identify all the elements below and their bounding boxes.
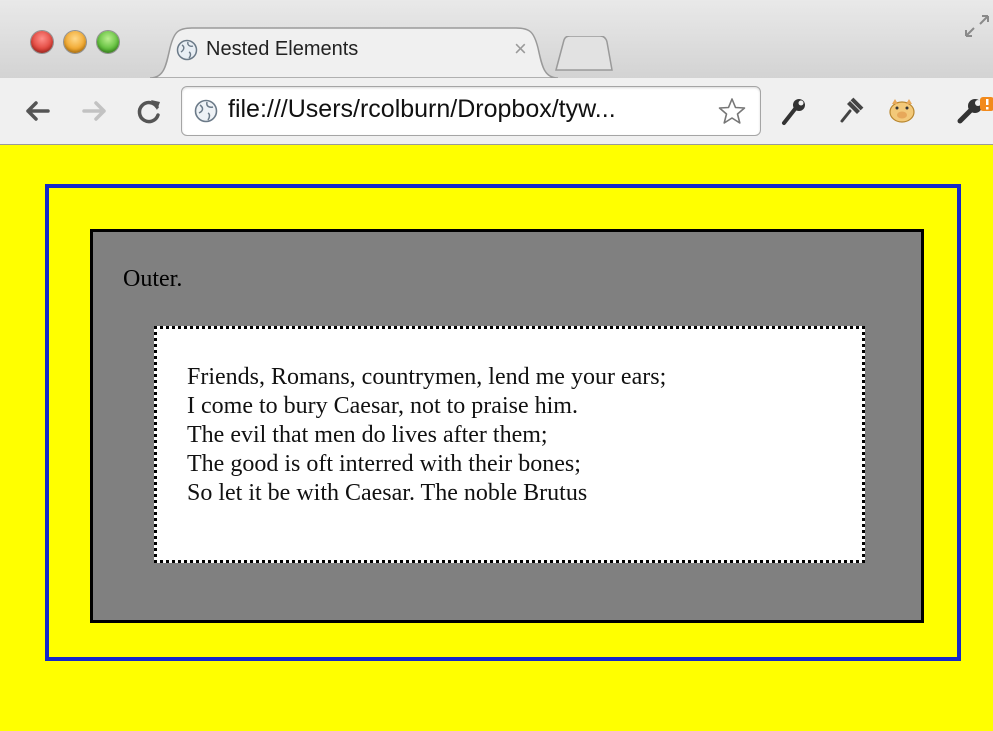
settings-wrench-icon[interactable] [956, 95, 993, 127]
window-minimize-button[interactable] [64, 31, 86, 53]
tab-title: Nested Elements [206, 38, 359, 60]
star-icon[interactable] [718, 97, 746, 125]
pin-icon[interactable] [834, 95, 866, 127]
url-text[interactable]: file:///Users/rcolburn/Dropbox/tyw... [228, 95, 616, 124]
fullscreen-icon[interactable] [962, 12, 992, 42]
site-globe-icon [194, 99, 218, 123]
tab-close-button[interactable]: × [514, 36, 527, 62]
browser-window: Nested Elements × file:///Users/rcolburn… [0, 0, 993, 731]
poem-text: Friends, Romans, countrymen, lend me you… [187, 363, 666, 508]
inner-div: Friends, Romans, countrymen, lend me you… [154, 326, 865, 563]
poem-line: The good is oft interred with their bone… [187, 451, 581, 477]
window-maximize-button[interactable] [97, 31, 119, 53]
outer-label: Outer. [123, 266, 183, 292]
pig-icon[interactable] [886, 95, 918, 127]
address-bar[interactable]: file:///Users/rcolburn/Dropbox/tyw... [181, 86, 761, 136]
poem-line: So let it be with Caesar. The noble Brut… [187, 480, 588, 506]
back-arrow-icon[interactable] [22, 96, 52, 126]
window-close-button[interactable] [31, 31, 53, 53]
forward-arrow-icon[interactable] [80, 96, 110, 126]
outer-div: Outer. Friends, Romans, countrymen, lend… [90, 229, 924, 623]
browser-toolbar: file:///Users/rcolburn/Dropbox/tyw... [0, 78, 993, 145]
tab-nested-elements[interactable]: Nested Elements × [150, 26, 558, 78]
reload-icon[interactable] [134, 96, 164, 126]
page-viewport: Outer. Friends, Romans, countrymen, lend… [0, 145, 993, 731]
wrench-icon[interactable] [778, 95, 810, 127]
poem-line: Friends, Romans, countrymen, lend me you… [187, 364, 667, 390]
poem-line: The evil that men do lives after them; [187, 422, 548, 448]
tab-strip: Nested Elements × [0, 0, 993, 78]
globe-icon [176, 39, 198, 61]
new-tab-button[interactable] [552, 35, 614, 72]
poem-line: I come to bury Caesar, not to praise him… [187, 393, 578, 419]
